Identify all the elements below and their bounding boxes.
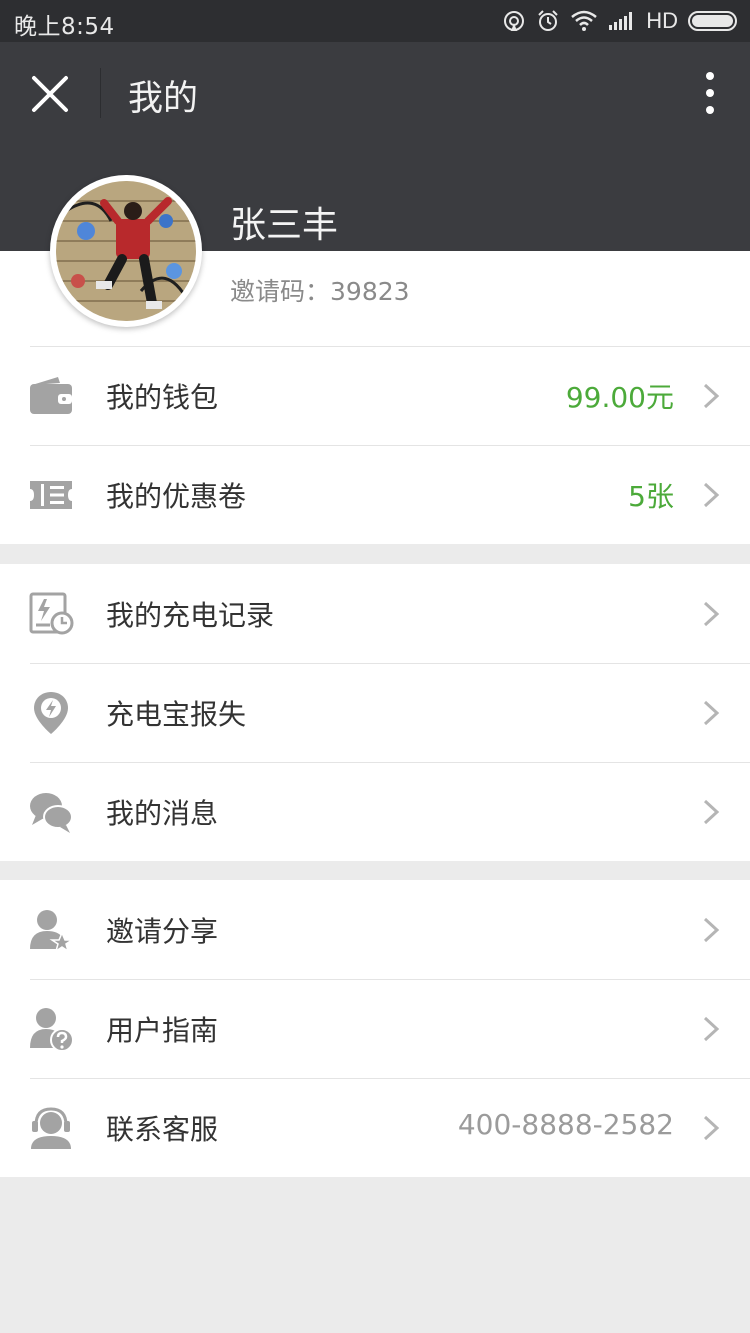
username: 张三丰 (230, 205, 339, 246)
service-phone[interactable]: 400-8888-2582 (458, 1108, 674, 1141)
chevron-right-icon (703, 917, 720, 943)
menu-group-support: 邀请分享 用户指南 联系客服 400-8888-2582 (0, 880, 750, 1177)
menu-item-label: 我的消息 (106, 797, 219, 830)
chevron-right-icon (703, 1016, 720, 1042)
alarm-icon (538, 10, 558, 31)
nav-bar: 我的 (0, 42, 750, 142)
network-label: HD (646, 8, 678, 33)
avatar[interactable] (50, 175, 202, 327)
coupon-icon (30, 481, 72, 509)
menu-item-label: 我的充电记录 (106, 599, 275, 632)
coupon-count: 5张 (628, 480, 674, 513)
menu-item-report-lost[interactable]: 充电宝报失 (0, 663, 750, 762)
row-divider (30, 445, 750, 446)
battery-icon (688, 11, 737, 31)
avatar-image (56, 181, 196, 321)
menu-item-label: 用户指南 (106, 1014, 219, 1047)
row-divider (30, 346, 750, 347)
signal-icon (609, 12, 633, 30)
chevron-right-icon (703, 601, 720, 627)
row-divider (30, 762, 750, 763)
wifi-icon (571, 10, 598, 31)
menu-item-coupons[interactable]: 我的优惠卷 5张 (0, 445, 750, 544)
status-icons: HD (502, 6, 740, 36)
status-bar: 晚上8:54 HD (0, 0, 750, 42)
charge-record-icon (29, 592, 74, 635)
invite-code-value: 39823 (330, 277, 410, 306)
chevron-right-icon (703, 482, 720, 508)
wallet-balance: 99.00元 (565, 381, 674, 414)
chat-bubbles-icon (30, 793, 73, 833)
status-time: 晚上8:54 (14, 14, 115, 40)
chevron-right-icon (703, 1115, 720, 1141)
menu-item-wallet[interactable]: 我的钱包 99.00元 (0, 346, 750, 445)
menu-item-user-guide[interactable]: 用户指南 (0, 979, 750, 1078)
menu-item-messages[interactable]: 我的消息 (0, 762, 750, 861)
row-divider (30, 1078, 750, 1079)
user-star-icon (30, 910, 74, 953)
row-divider (30, 663, 750, 664)
hotspot-icon (504, 11, 525, 31)
wallet-icon (30, 377, 72, 414)
headset-icon (31, 1107, 71, 1149)
nav-divider (100, 68, 101, 118)
menu-item-charge-record[interactable]: 我的充电记录 (0, 564, 750, 663)
chevron-right-icon (703, 799, 720, 825)
menu-item-label: 充电宝报失 (106, 698, 247, 731)
location-lightning-icon (34, 692, 68, 734)
menu-item-label: 我的钱包 (106, 381, 219, 414)
chevron-right-icon (703, 700, 720, 726)
menu-item-customer-service[interactable]: 联系客服 400-8888-2582 (0, 1078, 750, 1177)
more-options-icon[interactable] (700, 70, 720, 116)
chevron-right-icon (703, 383, 720, 409)
menu-item-label: 我的优惠卷 (106, 480, 247, 513)
close-icon[interactable] (26, 70, 74, 118)
page-title: 我的 (128, 79, 199, 119)
invite-code-label: 邀请码： (230, 277, 331, 306)
invite-code: 邀请码：39823 (230, 272, 410, 308)
menu-item-invite-share[interactable]: 邀请分享 (0, 880, 750, 979)
menu-group-charging: 我的充电记录 充电宝报失 我的消息 (0, 564, 750, 861)
user-help-icon (30, 1008, 74, 1052)
menu-item-label: 联系客服 (106, 1113, 219, 1146)
menu-group-wallet: 我的钱包 99.00元 我的优惠卷 5张 (0, 346, 750, 544)
row-divider (30, 979, 750, 980)
menu-item-label: 邀请分享 (106, 915, 219, 948)
